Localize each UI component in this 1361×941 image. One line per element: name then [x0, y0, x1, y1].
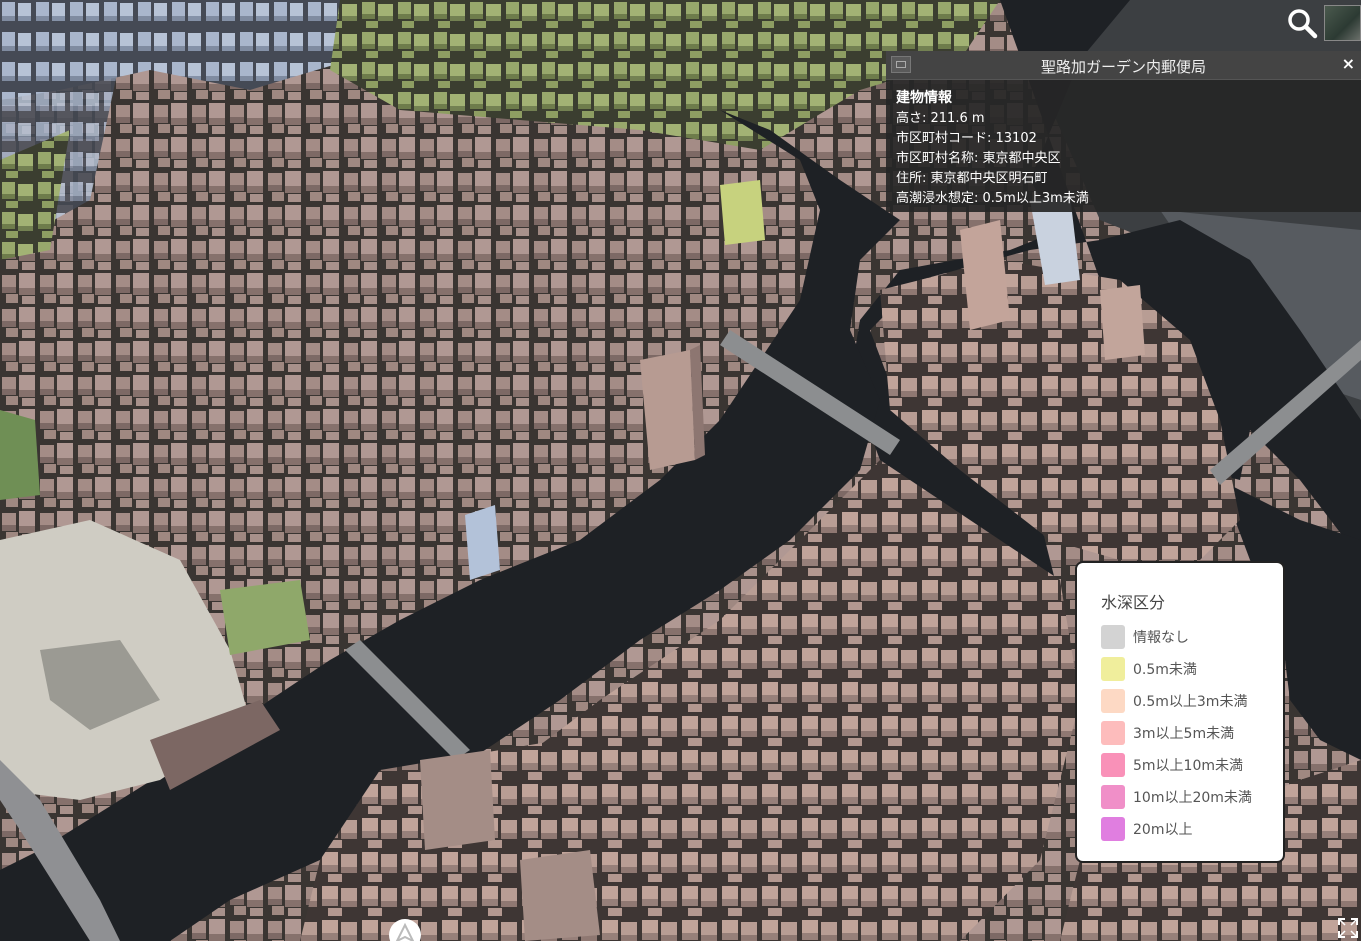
legend-item: 3m以上5m未満: [1101, 717, 1283, 749]
legend-swatch: [1101, 625, 1125, 649]
legend-item: 情報なし: [1101, 621, 1283, 653]
legend-swatch: [1101, 817, 1125, 841]
legend-item: 0.5m未満: [1101, 653, 1283, 685]
fullscreen-icon: [1338, 918, 1358, 938]
search-icon: [1288, 9, 1318, 39]
map-viewer[interactable]: 聖路加ガーデン内郵便局 × 建物情報 高さ: 211.6 m 市区町村コード: …: [0, 0, 1361, 941]
legend-title: 水深区分: [1101, 593, 1166, 612]
info-line-address: 住所: 東京都中央区明石町: [896, 171, 1048, 186]
base-layer-picker-icon[interactable]: [1324, 5, 1361, 41]
legend-item: 5m以上10m未満: [1101, 749, 1283, 781]
legend-item: 10m以上20m未満: [1101, 781, 1283, 813]
fullscreen-button[interactable]: [1337, 917, 1359, 939]
info-line-storm-surge: 高潮浸水想定: 0.5m以上3m未満: [896, 191, 1089, 206]
legend-item: 0.5m以上3m未満: [1101, 685, 1283, 717]
compass-glyph: [395, 922, 415, 941]
legend-label: 情報なし: [1133, 630, 1189, 646]
legend-label: 0.5m以上3m未満: [1133, 694, 1248, 710]
close-icon[interactable]: ×: [1342, 54, 1355, 73]
info-line-height: 高さ: 211.6 m: [896, 111, 985, 126]
info-box-titlebar: 聖路加ガーデン内郵便局 ×: [886, 51, 1361, 80]
legend-swatch: [1101, 657, 1125, 681]
legend-label: 20m以上: [1133, 822, 1193, 838]
legend-swatch: [1101, 753, 1125, 777]
legend-swatch: [1101, 721, 1125, 745]
info-box-body: 建物情報 高さ: 211.6 m 市区町村コード: 13102 市区町村名称: …: [886, 80, 1361, 217]
legend-item: 20m以上: [1101, 813, 1283, 845]
legend-swatch: [1101, 689, 1125, 713]
legend-label: 3m以上5m未満: [1133, 726, 1235, 742]
navigation-compass-icon[interactable]: [389, 919, 421, 941]
water-depth-legend: 水深区分 情報なし 0.5m未満 0.5m以上3m未満 3m以上5m未満 5m以…: [1075, 561, 1285, 863]
info-line-municipality-name: 市区町村名称: 東京都中央区: [896, 151, 1061, 166]
highlighted-tower: [640, 345, 705, 470]
legend-label: 5m以上10m未満: [1133, 758, 1243, 774]
search-button[interactable]: [1283, 4, 1321, 42]
building-info-box: 聖路加ガーデン内郵便局 × 建物情報 高さ: 211.6 m 市区町村コード: …: [886, 51, 1361, 212]
legend-swatch: [1101, 785, 1125, 809]
legend-label: 0.5m未満: [1133, 662, 1197, 678]
info-heading: 建物情報: [896, 90, 952, 106]
info-box-title: 聖路加ガーデン内郵便局: [1040, 58, 1206, 76]
legend-label: 10m以上20m未満: [1133, 790, 1252, 806]
info-line-municipality-code: 市区町村コード: 13102: [896, 131, 1037, 146]
